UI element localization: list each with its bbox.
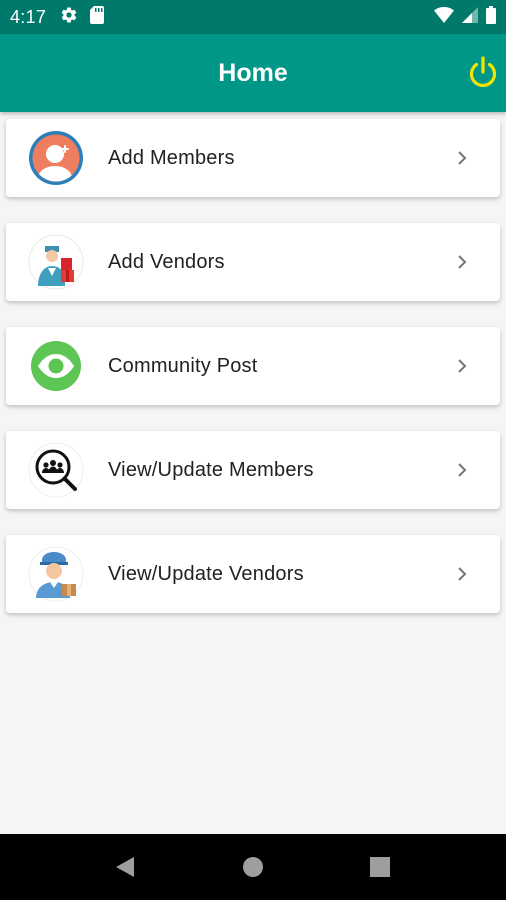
menu-item-community-post[interactable]: Community Post xyxy=(6,327,500,405)
battery-icon xyxy=(486,5,496,29)
cellular-signal-icon xyxy=(462,6,478,29)
back-icon xyxy=(116,857,134,877)
add-member-avatar-icon xyxy=(28,130,84,186)
page-title: Home xyxy=(218,58,288,87)
settings-icon xyxy=(60,6,78,29)
menu-item-view-update-vendors[interactable]: View/Update Vendors xyxy=(6,535,500,613)
power-icon xyxy=(469,56,497,88)
wifi-icon xyxy=(434,6,454,29)
navigation-bar xyxy=(0,834,506,900)
status-time: 4:17 xyxy=(10,6,47,27)
menu-item-label: Add Vendors xyxy=(108,250,225,273)
menu-item-label: Community Post xyxy=(108,354,258,377)
power-button[interactable] xyxy=(464,54,502,92)
recents-icon xyxy=(370,857,390,877)
menu-item-view-update-members[interactable]: View/Update Members xyxy=(6,431,500,509)
chevron-right-icon xyxy=(458,359,467,373)
home-button[interactable] xyxy=(240,854,266,880)
chevron-right-icon xyxy=(458,463,467,477)
menu-item-label: View/Update Members xyxy=(108,458,314,481)
chevron-right-icon xyxy=(458,567,467,581)
menu-item-add-members[interactable]: Add Members xyxy=(6,119,500,197)
status-bar: 4:17 xyxy=(0,0,506,34)
vendor-avatar-icon xyxy=(28,546,84,602)
delivery-vendor-icon xyxy=(28,234,84,290)
chevron-right-icon xyxy=(458,255,467,269)
menu-item-label: View/Update Vendors xyxy=(108,562,304,585)
app-bar: Home xyxy=(0,34,506,112)
eye-icon xyxy=(28,338,84,394)
back-button[interactable] xyxy=(112,854,138,880)
search-members-icon xyxy=(28,442,84,498)
menu-item-label: Add Members xyxy=(108,146,235,169)
home-icon xyxy=(243,857,263,877)
menu-item-add-vendors[interactable]: Add Vendors xyxy=(6,223,500,301)
recents-button[interactable] xyxy=(367,854,393,880)
chevron-right-icon xyxy=(458,151,467,165)
sd-card-icon xyxy=(90,5,105,29)
